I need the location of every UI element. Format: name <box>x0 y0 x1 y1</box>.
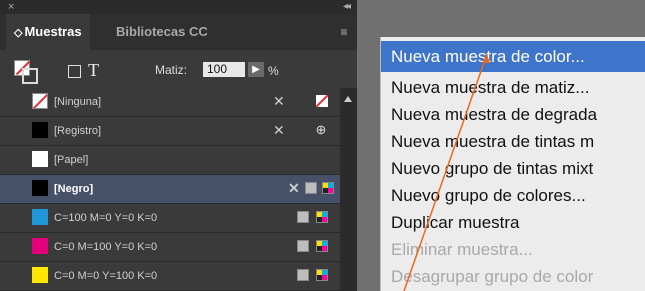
stroke-icon <box>22 68 38 84</box>
scroll-up-icon[interactable] <box>344 96 352 102</box>
swatch-row-yellow[interactable]: C=0 M=0 Y=100 K=0 <box>0 262 340 291</box>
swatch-row-registro[interactable]: [Registro] ✕ ⊕ <box>0 117 340 146</box>
swatch-name: C=0 M=100 Y=0 K=0 <box>54 241 158 253</box>
cmyk-mode-icon <box>297 240 309 252</box>
no-edit-icon: ✕ <box>273 122 285 138</box>
swatch-chip <box>32 209 48 225</box>
none-color-icon <box>316 95 328 107</box>
tint-input[interactable]: 100 <box>203 62 245 77</box>
cmyk-mode-icon <box>305 182 317 194</box>
menu-item-new-mixed-ink-swatch[interactable]: Nueva muestra de tintas m <box>391 132 594 152</box>
swatch-name: [Registro] <box>54 125 102 137</box>
menu-item-ungroup-color-group: Desagrupar grupo de color <box>391 267 594 286</box>
no-edit-icon: ✕ <box>288 180 300 196</box>
tab-muestras[interactable]: ◇ Muestras <box>6 14 90 50</box>
cmyk-mode-icon <box>297 211 309 223</box>
tab-bibliotecas-cc[interactable]: Bibliotecas CC <box>108 14 216 50</box>
menu-item-new-mixed-ink-group[interactable]: Nuevo grupo de tintas mixt <box>391 159 593 179</box>
process-color-icon <box>316 211 328 223</box>
swatch-chip <box>32 122 48 138</box>
tab-arrows-icon: ◇ <box>14 27 23 39</box>
process-color-icon <box>316 269 328 281</box>
tint-label: Matiz: <box>155 63 188 77</box>
menu-item-new-tint-swatch[interactable]: Nueva muestra de matiz... <box>391 78 589 98</box>
swatch-chip <box>32 151 48 167</box>
menu-item-new-color-group[interactable]: Nuevo grupo de colores... <box>391 186 586 206</box>
swatch-name: [Papel] <box>54 154 89 166</box>
tint-stepper-button[interactable]: ▶ <box>248 62 264 77</box>
menu-item-duplicate-swatch[interactable]: Duplicar muestra <box>391 213 520 233</box>
swatches-panel: × ◂◂ ◇ Muestras Bibliotecas CC ≡ T Matiz:… <box>0 0 357 291</box>
panel-title-bar: × ◂◂ <box>0 0 357 14</box>
swatch-row-ninguna[interactable]: [Ninguna] ✕ <box>0 88 340 117</box>
tab-muestras-label: Muestras <box>24 24 82 39</box>
swatch-row-negro[interactable]: [Negro] ✕ <box>0 175 340 204</box>
no-edit-icon: ✕ <box>273 93 285 109</box>
menu-item-new-gradient-swatch[interactable]: Nueva muestra de degrada <box>391 105 597 125</box>
swatch-name: C=100 M=0 Y=0 K=0 <box>54 212 158 224</box>
text-formatting-icon[interactable]: T <box>88 60 99 81</box>
swatch-row-papel[interactable]: [Papel] <box>0 146 340 175</box>
cmyk-mode-icon <box>297 269 309 281</box>
menu-item-delete-swatch: Eliminar muestra... <box>391 240 533 259</box>
swatch-row-magenta[interactable]: C=0 M=100 Y=0 K=0 <box>0 233 340 262</box>
container-formatting-icon[interactable] <box>68 65 81 78</box>
panel-menu-icon[interactable]: ≡ <box>337 26 351 38</box>
swatch-chip <box>32 180 48 196</box>
registration-icon: ⊕ <box>315 122 327 137</box>
swatch-chip <box>32 267 48 283</box>
tint-unit: % <box>268 64 279 78</box>
collapse-icon[interactable]: ◂◂ <box>343 0 351 14</box>
swatch-row-cyan[interactable]: C=100 M=0 Y=0 K=0 <box>0 204 340 233</box>
close-icon[interactable]: × <box>8 0 14 14</box>
swatch-list: [Ninguna] ✕ [Registro] ✕ ⊕ [Papel] [Negr… <box>0 88 340 291</box>
panel-tabs: ◇ Muestras Bibliotecas CC ≡ <box>0 14 357 50</box>
swatch-controls: T Matiz: 100 ▶ % <box>0 50 357 88</box>
tab-bibliotecas-cc-label: Bibliotecas CC <box>116 24 208 39</box>
swatch-name: [Ninguna] <box>54 96 102 108</box>
process-color-icon <box>316 240 328 252</box>
swatch-chip <box>32 238 48 254</box>
swatch-name: [Negro] <box>54 183 94 195</box>
swatch-name: C=0 M=0 Y=100 K=0 <box>54 270 158 282</box>
menu-item-new-color-swatch[interactable]: Nueva muestra de color... <box>381 41 645 72</box>
swatch-list-scrollbar[interactable] <box>340 88 357 291</box>
swatch-none-icon <box>32 93 48 109</box>
panel-flyout-menu: Nueva muestra de color... Nueva muestra … <box>380 37 645 291</box>
fill-stroke-icon[interactable] <box>14 60 38 84</box>
process-color-icon <box>322 182 334 194</box>
